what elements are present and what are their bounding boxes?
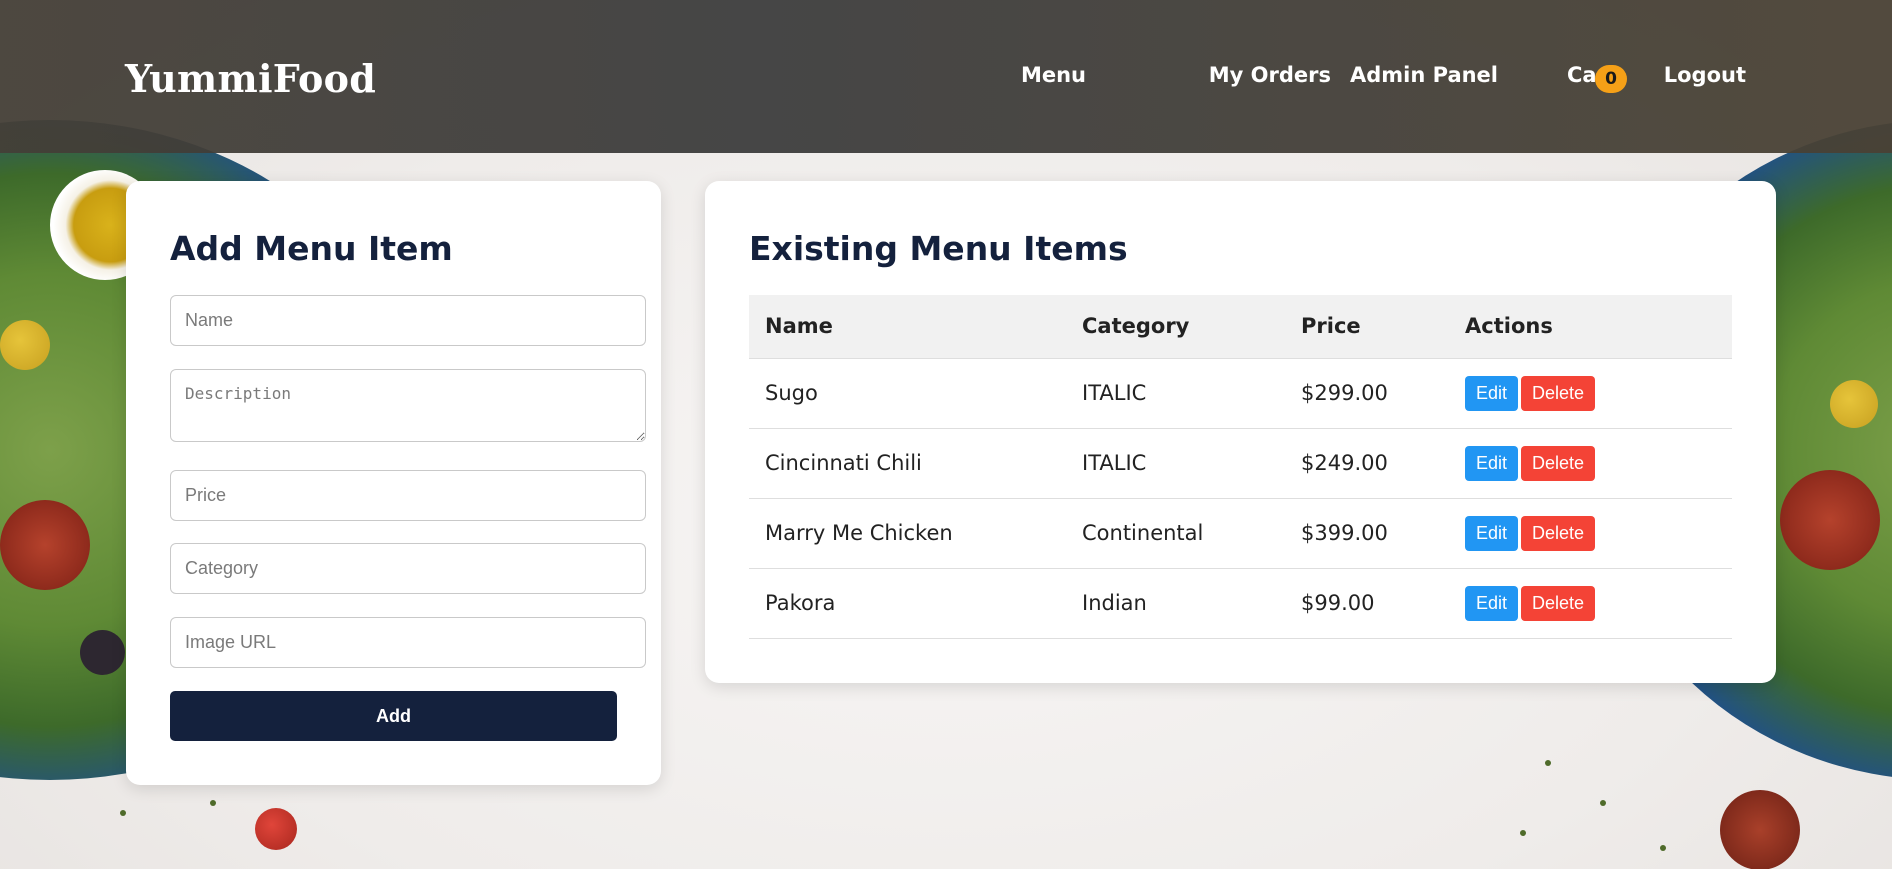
- existing-menu-items-card: Existing Menu Items Name Category Price …: [705, 181, 1776, 683]
- item-category: ITALIC: [1066, 358, 1285, 429]
- table-row: Marry Me Chicken Continental $399.00 Edi…: [749, 498, 1732, 569]
- name-input[interactable]: [170, 295, 646, 346]
- olive: [80, 630, 125, 675]
- yellow-tomato: [1830, 380, 1878, 428]
- nav-logout[interactable]: Logout: [1664, 63, 1746, 87]
- table-header-row: Name Category Price Actions: [749, 295, 1732, 359]
- brand-logo[interactable]: YummiFood: [125, 56, 376, 101]
- tomato-slice: [0, 500, 90, 590]
- item-name: Marry Me Chicken: [749, 498, 1066, 569]
- nav-admin-panel[interactable]: Admin Panel: [1350, 63, 1498, 87]
- herb-crumb: [120, 810, 126, 816]
- tomato-slice: [1720, 790, 1800, 869]
- item-name: Cincinnati Chili: [749, 428, 1066, 499]
- delete-button[interactable]: Delete: [1521, 445, 1596, 481]
- item-actions: Edit Delete: [1449, 498, 1732, 569]
- item-price: $99.00: [1285, 568, 1449, 639]
- item-price: $399.00: [1285, 498, 1449, 569]
- edit-button[interactable]: Edit: [1465, 445, 1519, 481]
- nav-my-orders[interactable]: My Orders: [1209, 63, 1331, 87]
- delete-button[interactable]: Delete: [1521, 515, 1596, 551]
- add-menu-item-card: Add Menu Item Add: [126, 181, 661, 785]
- cart-count-badge[interactable]: 0: [1595, 65, 1627, 93]
- image-url-input[interactable]: [170, 617, 646, 668]
- add-button[interactable]: Add: [170, 691, 617, 741]
- herb-crumb: [1545, 760, 1551, 766]
- menu-items-table: Name Category Price Actions Sugo ITALIC …: [749, 295, 1732, 639]
- edit-button[interactable]: Edit: [1465, 375, 1519, 411]
- column-header-name: Name: [749, 295, 1066, 359]
- item-name: Pakora: [749, 568, 1066, 639]
- item-price: $249.00: [1285, 428, 1449, 499]
- tomato-slice: [1780, 470, 1880, 570]
- item-actions: Edit Delete: [1449, 358, 1732, 429]
- table-row: Cincinnati Chili ITALIC $249.00 Edit Dele…: [749, 428, 1732, 499]
- edit-button[interactable]: Edit: [1465, 515, 1519, 551]
- existing-menu-items-title: Existing Menu Items: [749, 229, 1128, 268]
- item-category: ITALIC: [1066, 428, 1285, 499]
- item-category: Indian: [1066, 568, 1285, 639]
- cherry-tomato: [255, 808, 297, 850]
- herb-crumb: [1520, 830, 1526, 836]
- item-category: Continental: [1066, 498, 1285, 569]
- column-header-price: Price: [1285, 295, 1449, 359]
- column-header-actions: Actions: [1449, 295, 1732, 359]
- nav-menu[interactable]: Menu: [1021, 63, 1086, 87]
- delete-button[interactable]: Delete: [1521, 375, 1596, 411]
- top-navbar: YummiFood Menu My Orders Admin Panel Car…: [0, 0, 1892, 153]
- herb-crumb: [1660, 845, 1666, 851]
- herb-crumb: [1600, 800, 1606, 806]
- table-row: Sugo ITALIC $299.00 Edit Delete: [749, 358, 1732, 429]
- yellow-tomato: [0, 320, 50, 370]
- edit-button[interactable]: Edit: [1465, 585, 1519, 621]
- item-actions: Edit Delete: [1449, 428, 1732, 499]
- price-input[interactable]: [170, 470, 646, 521]
- item-actions: Edit Delete: [1449, 568, 1732, 639]
- item-price: $299.00: [1285, 358, 1449, 429]
- column-header-category: Category: [1066, 295, 1285, 359]
- add-menu-item-title: Add Menu Item: [170, 229, 453, 268]
- table-row: Pakora Indian $99.00 Edit Delete: [749, 568, 1732, 639]
- item-name: Sugo: [749, 358, 1066, 429]
- herb-crumb: [210, 800, 216, 806]
- category-input[interactable]: [170, 543, 646, 594]
- description-textarea[interactable]: [170, 369, 646, 442]
- delete-button[interactable]: Delete: [1521, 585, 1596, 621]
